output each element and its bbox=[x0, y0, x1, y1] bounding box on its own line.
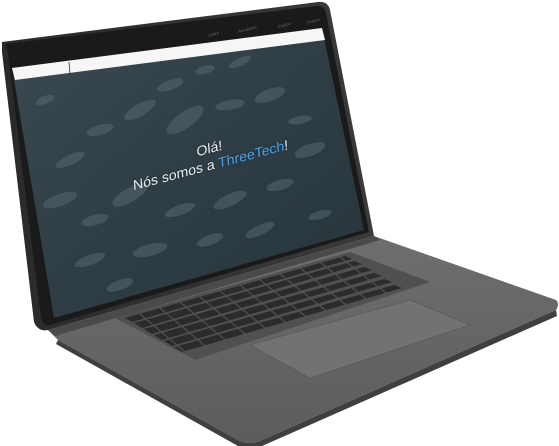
laptop-mockup bbox=[2, 1, 558, 446]
hero-tagline-suffix: ! bbox=[283, 136, 289, 154]
